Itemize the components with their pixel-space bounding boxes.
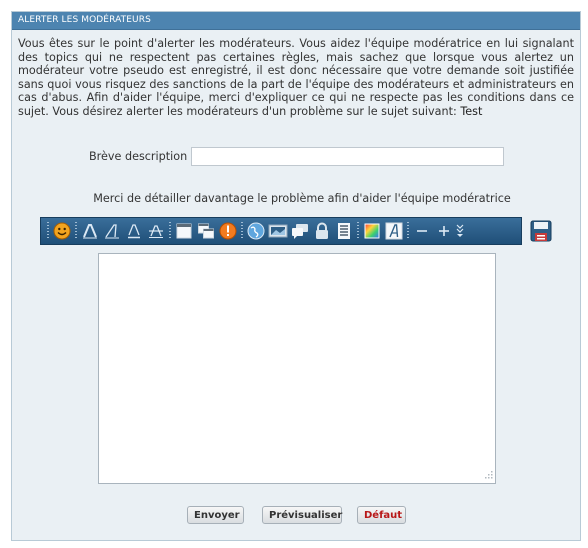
toolbar-separator <box>241 222 243 240</box>
plus-icon[interactable] <box>433 220 455 242</box>
detail-label: Merci de détailler davantage le problème… <box>93 192 511 205</box>
minus-icon[interactable] <box>411 220 433 242</box>
preview-button[interactable]: Prévisualiser <box>262 506 342 524</box>
quote-icon[interactable] <box>289 220 311 242</box>
short-description-label: Brève description <box>89 150 188 163</box>
bold-icon[interactable] <box>79 220 101 242</box>
panel-title: ALERTER LES MODÉRATEURS <box>12 12 580 30</box>
toolbar-separator <box>75 222 77 240</box>
reset-button[interactable]: Défaut <box>357 506 406 524</box>
toolbar-separator <box>357 222 359 240</box>
intro-paragraph: Vous êtes sur le point d'alerter les mod… <box>18 37 574 118</box>
lock-icon[interactable] <box>311 220 333 242</box>
copy-icon[interactable] <box>195 220 217 242</box>
strikethrough-icon[interactable] <box>145 220 167 242</box>
align-icon[interactable] <box>173 220 195 242</box>
intro-text: Vous êtes sur le point d'alerter les mod… <box>18 37 574 118</box>
topic-name: Test <box>460 104 483 118</box>
underline-icon[interactable] <box>123 220 145 242</box>
editor-toolbar <box>40 217 522 245</box>
toolbar-separator <box>407 222 409 240</box>
list-icon[interactable] <box>333 220 355 242</box>
message-textarea[interactable] <box>98 253 496 484</box>
toolbar-separator <box>47 222 49 240</box>
image-icon[interactable] <box>267 220 289 242</box>
short-description-row: Brève description <box>12 147 580 167</box>
toolbar-separator <box>169 222 171 240</box>
globe-icon[interactable] <box>245 220 267 242</box>
more-icon[interactable] <box>455 220 465 242</box>
resize-grip-icon[interactable] <box>482 470 493 481</box>
alert-icon[interactable] <box>217 220 239 242</box>
smiley-icon[interactable] <box>51 220 73 242</box>
italic-icon[interactable] <box>101 220 123 242</box>
report-panel: ALERTER LES MODÉRATEURS Vous êtes sur le… <box>11 11 581 541</box>
send-button[interactable]: Envoyer <box>187 506 244 524</box>
short-description-input[interactable] <box>191 147 504 166</box>
save-icon[interactable] <box>529 219 553 243</box>
font-icon[interactable] <box>383 220 405 242</box>
color-icon[interactable] <box>361 220 383 242</box>
